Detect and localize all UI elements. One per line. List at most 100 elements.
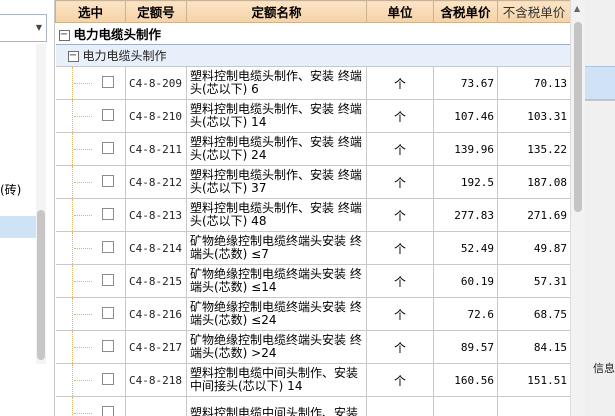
col-header-price-tax[interactable]: 含税单价 [433,0,498,23]
col-header-price-notax[interactable]: 不含税单价 [497,0,570,23]
row-checkbox[interactable] [101,373,114,385]
tree-connector [73,215,92,216]
table-row[interactable]: C4-8-211 塑料控制电缆头制作、安装 终端头(芯以下) 24 个 139.96 1… [55,132,570,166]
tree-connector [73,347,92,348]
col-header-unit[interactable]: 单位 [366,0,434,23]
price-with-tax: 277.83 [433,198,498,232]
quota-code: C4-8-213 [125,198,187,232]
row-checkbox[interactable] [101,340,114,352]
quota-name: 矿物绝缘控制电缆终端头安装 终端头(芯数) >24 [186,330,367,364]
row-checkbox[interactable] [101,142,114,154]
subgroup-title: 电力电缆头制作 [82,49,167,63]
quota-unit: 个 [366,66,434,100]
quota-name: 塑料控制电缆头制作、安装 终端头(芯以下) 24 [186,132,367,166]
col-header-code[interactable]: 定额号 [125,0,187,23]
chevron-down-icon[interactable]: ▼ [36,23,42,32]
price-without-tax: 57.31 [497,264,570,298]
table-row[interactable]: C4-8-217 矿物绝缘控制电缆终端头安装 终端头(芯数) >24 个 89.57 8… [55,330,570,364]
scroll-up-arrow-icon[interactable]: ▲ [574,4,580,13]
row-checkbox[interactable] [101,307,114,319]
col-header-select[interactable]: 选中 [55,0,126,23]
quota-name: 塑料控制电缆中间头制作、安装 [186,396,367,416]
table-row[interactable]: 塑料控制电缆中间头制作、安装 [55,396,570,416]
quota-unit: 个 [366,363,434,397]
category-dropdown[interactable]: ▼ [0,14,47,42]
tree-node-label[interactable]: (砖) [0,181,21,198]
quota-unit: 个 [366,99,434,133]
tree-connector [73,281,92,282]
row-checkbox[interactable] [101,274,114,286]
quota-unit: 个 [366,165,434,199]
tree-connector [73,314,92,315]
quota-unit: 个 [366,264,434,298]
quota-name: 矿物绝缘控制电缆终端头安装 终端头(芯数) ≤24 [186,297,367,331]
quota-name: 塑料控制电缆头制作、安装 终端头(芯以下) 48 [186,198,367,232]
price-with-tax: 52.49 [433,231,498,265]
select-cell [55,231,126,265]
quota-name: 矿物绝缘控制电缆终端头安装 终端头(芯数) ≤7 [186,231,367,265]
tree-guide-line [71,298,73,330]
price-without-tax: 187.08 [497,165,570,199]
row-checkbox[interactable] [101,241,114,253]
tree-connector [73,116,92,117]
tree-guide-line [71,67,73,99]
row-checkbox[interactable] [101,406,114,416]
table-row[interactable]: C4-8-216 矿物绝缘控制电缆终端头安装 终端头(芯数) ≤24 个 72.6 68… [55,297,570,331]
tree-connector [73,182,92,183]
row-checkbox[interactable] [101,175,114,187]
select-cell [55,396,126,416]
price-with-tax: 139.96 [433,132,498,166]
quota-name: 塑料控制电缆头制作、安装 终端头(芯以下) 14 [186,99,367,133]
right-panel-selected-row[interactable] [585,66,615,100]
tree-connector [73,83,92,84]
row-checkbox[interactable] [101,208,114,220]
table-row[interactable]: C4-8-215 矿物绝缘控制电缆终端头安装 终端头(芯数) ≤14 个 60.19 5… [55,264,570,298]
tree-connector [73,149,92,150]
collapse-toggle-icon[interactable]: − [58,30,70,41]
tree-connector [73,248,92,249]
select-cell [55,66,126,100]
row-checkbox[interactable] [101,109,114,121]
group-row[interactable]: − 电力电缆头制作 [55,22,570,45]
left-scrollbar-thumb[interactable] [37,210,45,360]
price-without-tax: 271.69 [497,198,570,232]
price-without-tax: 84.15 [497,330,570,364]
quota-code: C4-8-217 [125,330,187,364]
tree-node-selected[interactable] [0,216,36,238]
table-row[interactable]: C4-8-218 塑料控制电缆中间头制作、安装 中间接头(芯以下) 14 个 160.… [55,363,570,397]
quota-table-panel: 选中 定额号 定额名称 单位 含税单价 不含税单价 − 电力电缆头制作 − 电力电缆… [55,0,570,416]
select-cell [55,264,126,298]
tree-guide-line [71,364,73,396]
price-without-tax: 68.75 [497,297,570,331]
row-checkbox[interactable] [101,76,114,88]
table-row[interactable]: C4-8-213 塑料控制电缆头制作、安装 终端头(芯以下) 48 个 277.83 2… [55,198,570,232]
table-scrollbar-thumb[interactable] [574,22,582,212]
subgroup-row[interactable]: − 电力电缆头制作 [55,44,570,67]
table-scrollbar-track[interactable]: ▲ [570,0,585,416]
quota-unit: 个 [366,231,434,265]
collapse-toggle-icon[interactable]: − [67,51,79,62]
price-with-tax: 160.56 [433,363,498,397]
tree-guide-line [71,232,73,264]
quota-unit: 个 [366,198,434,232]
price-with-tax: 192.5 [433,165,498,199]
price-without-tax: 151.51 [497,363,570,397]
quota-unit [366,396,434,416]
table-row[interactable]: C4-8-209 塑料控制电缆头制作、安装 终端头(芯以下) 6 个 73.67 70.… [55,66,570,100]
table-row[interactable]: C4-8-214 矿物绝缘控制电缆终端头安装 终端头(芯数) ≤7 个 52.49 49… [55,231,570,265]
table-header-row: 选中 定额号 定额名称 单位 含税单价 不含税单价 [55,0,570,23]
tree-guide-line [71,199,73,231]
col-header-name[interactable]: 定额名称 [186,0,367,23]
info-tab-label[interactable]: 信息 [593,360,615,376]
price-with-tax: 60.19 [433,264,498,298]
select-cell [55,363,126,397]
select-cell [55,198,126,232]
quota-code: C4-8-209 [125,66,187,100]
tree-guide-line [71,133,73,165]
table-row[interactable]: C4-8-210 塑料控制电缆头制作、安装 终端头(芯以下) 14 个 107.46 1… [55,99,570,133]
select-cell [55,165,126,199]
quota-name: 矿物绝缘控制电缆终端头安装 终端头(芯数) ≤14 [186,264,367,298]
table-row[interactable]: C4-8-212 塑料控制电缆头制作、安装 终端头(芯以下) 37 个 192.5 18… [55,165,570,199]
quota-code [125,396,187,416]
quota-code: C4-8-218 [125,363,187,397]
